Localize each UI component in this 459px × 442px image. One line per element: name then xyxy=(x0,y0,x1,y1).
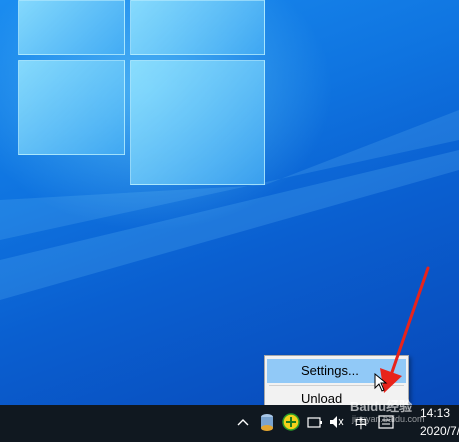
red-pointer-arrow-icon xyxy=(380,266,430,393)
mouse-cursor-icon xyxy=(374,373,388,392)
